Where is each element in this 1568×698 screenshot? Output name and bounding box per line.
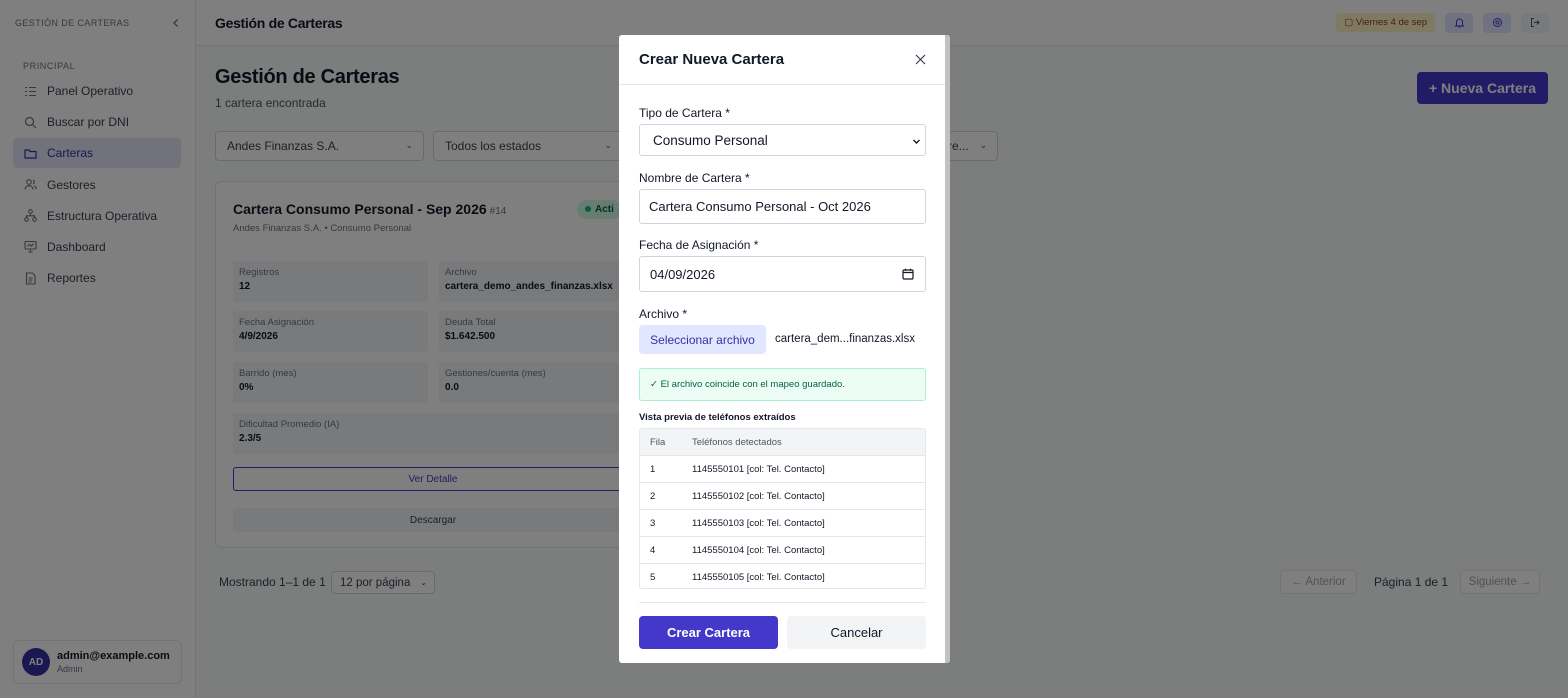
- table-row: 5 1145550105 [col: Tel. Contacto]: [640, 563, 925, 588]
- row-phones: 1145550101 [col: Tel. Contacto]: [692, 463, 825, 475]
- table-header: Fila Teléfonos detectados: [640, 429, 925, 455]
- row-number: 1: [650, 463, 656, 475]
- row-number: 5: [650, 571, 656, 583]
- preview-title: Vista previa de teléfonos extraídos: [639, 412, 796, 423]
- row-number: 3: [650, 517, 656, 529]
- dialog-title: Crear Nueva Cartera: [639, 51, 785, 68]
- row-number: 2: [650, 490, 656, 502]
- column-header-telefonos: Teléfonos detectados: [692, 436, 782, 448]
- select-file-button[interactable]: Seleccionar archivo: [639, 325, 766, 354]
- create-cartera-dialog: Crear Nueva Cartera Tipo de Cartera * Co…: [619, 35, 950, 663]
- nombre-input[interactable]: Cartera Consumo Personal - Oct 2026: [639, 189, 926, 224]
- table-row: 3 1145550103 [col: Tel. Contacto]: [640, 509, 925, 536]
- file-match-message: ✓ El archivo coincide con el mapeo guard…: [639, 368, 926, 401]
- tipo-value: Consumo Personal: [653, 132, 768, 148]
- phones-preview-table: Fila Teléfonos detectados 1 1145550101 […: [639, 428, 926, 589]
- selected-file-name: cartera_dem...finanzas.xlsx: [775, 333, 915, 345]
- calendar-icon[interactable]: [902, 268, 914, 283]
- tipo-select[interactable]: Consumo Personal: [639, 124, 926, 156]
- chevron-down-icon: [912, 134, 921, 149]
- table-row: 4 1145550104 [col: Tel. Contacto]: [640, 536, 925, 563]
- row-phones: 1145550105 [col: Tel. Contacto]: [692, 571, 825, 583]
- row-phones: 1145550104 [col: Tel. Contacto]: [692, 544, 825, 556]
- column-header-fila: Fila: [650, 436, 666, 448]
- create-cartera-button[interactable]: Crear Cartera: [639, 616, 778, 649]
- row-number: 4: [650, 544, 656, 556]
- footer-divider: [639, 602, 926, 603]
- cancel-button[interactable]: Cancelar: [787, 616, 926, 649]
- row-phones: 1145550102 [col: Tel. Contacto]: [692, 490, 825, 502]
- table-row: 2 1145550102 [col: Tel. Contacto]: [640, 482, 925, 509]
- fecha-input[interactable]: 04/09/2026: [639, 256, 926, 292]
- nombre-label: Nombre de Cartera *: [639, 171, 750, 185]
- fecha-label: Fecha de Asignación *: [639, 238, 759, 252]
- table-row: 1 1145550101 [col: Tel. Contacto]: [640, 455, 925, 482]
- dialog-header: Crear Nueva Cartera: [619, 35, 950, 85]
- dialog-scrollbar[interactable]: [945, 35, 950, 663]
- nombre-value: Cartera Consumo Personal - Oct 2026: [649, 199, 871, 214]
- tipo-label: Tipo de Cartera *: [639, 106, 730, 120]
- archivo-label: Archivo *: [639, 307, 688, 321]
- row-phones: 1145550103 [col: Tel. Contacto]: [692, 517, 825, 529]
- close-icon[interactable]: [912, 52, 928, 68]
- fecha-value: 04/09/2026: [650, 266, 716, 282]
